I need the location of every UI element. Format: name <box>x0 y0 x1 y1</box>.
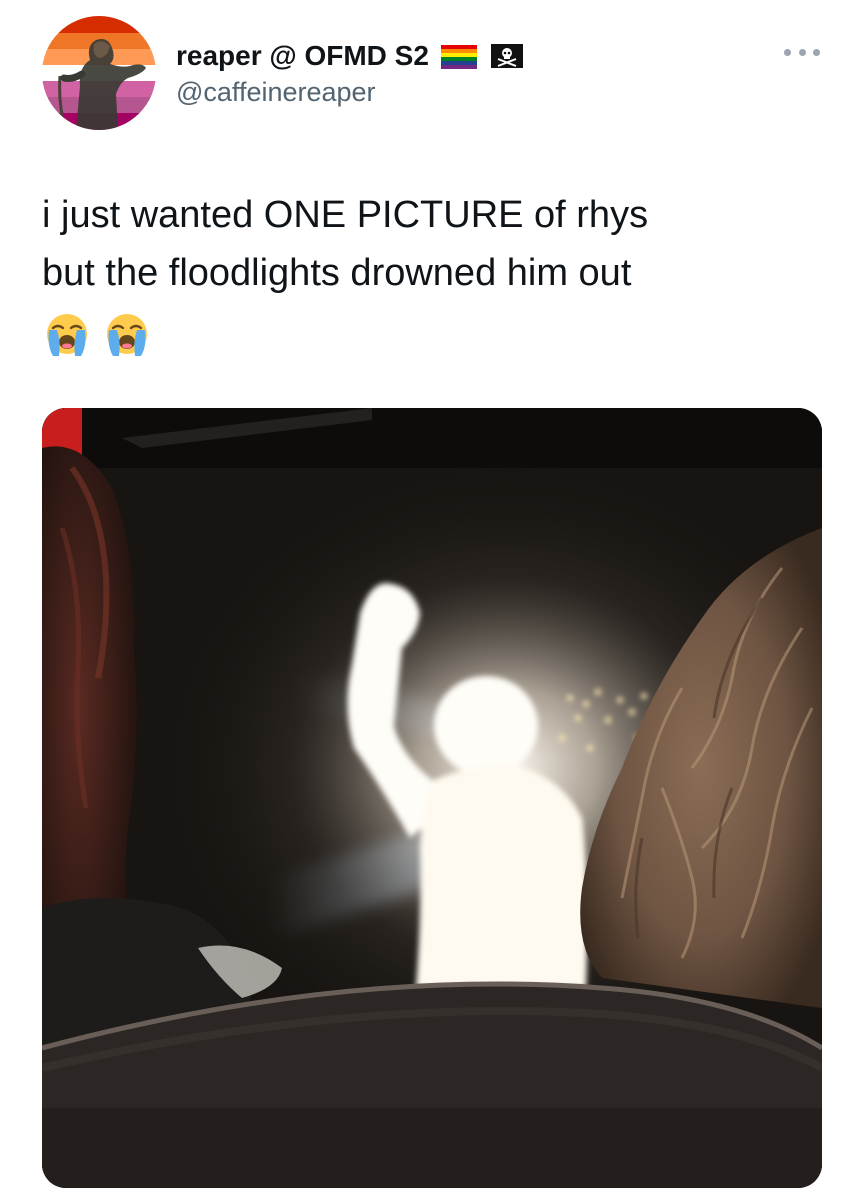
avatar-image <box>42 16 156 130</box>
dot <box>813 48 820 56</box>
loudly-crying-face-icon <box>47 314 87 356</box>
rainbow-flag-icon <box>440 42 481 70</box>
author-display-name[interactable]: reaper @ OFMD S2 <box>176 40 525 72</box>
dot <box>798 48 806 56</box>
avatar[interactable] <box>42 16 156 130</box>
tweet-photo[interactable] <box>42 408 822 1188</box>
display-name-text: reaper @ OFMD S2 <box>176 40 429 71</box>
concert-photo <box>42 408 822 1188</box>
tweet-text-line: but the floodlights drowned him out <box>42 252 632 294</box>
pirate-flag-icon <box>489 42 525 70</box>
tweet-emoji-row <box>44 312 150 358</box>
loudly-crying-face-icon <box>107 314 147 356</box>
author-names: reaper @ OFMD S2 @caffeinereaper <box>176 40 525 108</box>
author-handle[interactable]: @caffeinereaper <box>176 76 525 108</box>
dot <box>784 48 791 56</box>
tweet-text-line: i just wanted ONE PICTURE of rhys <box>42 194 649 236</box>
tweet-text: i just wanted ONE PICTURE of rhys but th… <box>42 186 832 302</box>
more-options-icon[interactable] <box>784 40 820 64</box>
tweet: reaper @ OFMD S2 @caffeinereaper i just … <box>0 0 864 1200</box>
